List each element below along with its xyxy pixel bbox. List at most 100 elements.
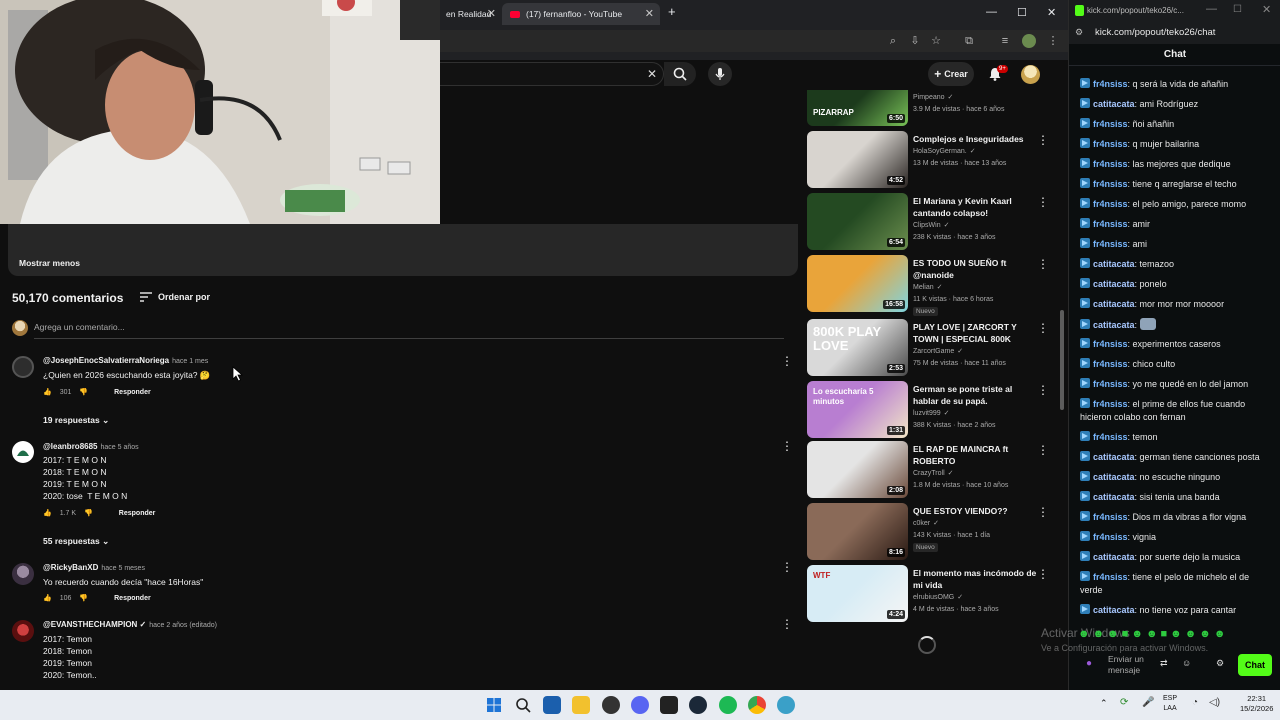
video-menu-icon[interactable]: ⋮ — [1037, 443, 1049, 457]
search-button[interactable] — [664, 62, 696, 86]
emoji-icon[interactable]: ☺ — [1182, 658, 1191, 668]
video-menu-icon[interactable]: ⋮ — [1037, 383, 1049, 397]
video-thumbnail[interactable]: 800K PLAY LOVE 2:53 — [807, 319, 908, 376]
chat-username[interactable]: fr4nsiss — [1093, 359, 1128, 369]
dislike-icon[interactable]: 👎 — [79, 594, 88, 602]
page-scrollbar[interactable] — [1060, 310, 1064, 410]
related-video[interactable]: 4:52 Complejos e Inseguridades HolaSoyGerm… — [807, 131, 1057, 189]
search-icon[interactable] — [514, 696, 532, 714]
chat-username[interactable]: fr4nsiss — [1093, 219, 1128, 229]
video-thumbnail[interactable]: WTF 4:24 — [807, 565, 908, 622]
video-thumbnail[interactable]: 2:08 — [807, 441, 908, 498]
maximize-icon[interactable]: ☐ — [1233, 4, 1242, 15]
microphone-icon[interactable]: 🎤 — [1142, 697, 1154, 708]
send-chat-button[interactable]: Chat — [1238, 654, 1272, 676]
like-icon[interactable]: 👍 — [43, 509, 52, 517]
dislike-icon[interactable]: 👎 — [79, 388, 88, 396]
chat-username[interactable]: fr4nsiss — [1093, 572, 1128, 582]
chat-username[interactable]: fr4nsiss — [1093, 239, 1128, 249]
tray-chevron-icon[interactable]: ⌃ — [1100, 698, 1108, 709]
channel-name[interactable]: c0ker ✓ — [913, 518, 1043, 530]
channel-name[interactable]: HolaSoyGerman. ✓ — [913, 146, 1043, 158]
replies-toggle[interactable]: 19 respuestas ⌄ — [43, 415, 109, 426]
channel-name[interactable]: ClipsWin ✓ — [913, 220, 1043, 232]
channel-name[interactable]: CrazyTroll ✓ — [913, 468, 1043, 480]
bookmark-star-icon[interactable]: ☆ — [929, 34, 943, 48]
file-explorer-icon[interactable] — [572, 696, 590, 714]
close-window-icon[interactable]: ✕ — [1262, 3, 1271, 16]
translate-icon[interactable]: ⇄ — [1160, 658, 1168, 669]
related-video[interactable]: WTF 4:24 El momento mas incómodo de mi vid… — [807, 565, 1057, 623]
video-menu-icon[interactable]: ⋮ — [1037, 567, 1049, 581]
video-title[interactable]: EL RAP DE MAINCRA ft ROBERTO — [913, 443, 1039, 467]
video-menu-icon[interactable]: ⋮ — [1037, 257, 1049, 271]
replies-toggle[interactable]: 55 respuestas ⌄ — [43, 536, 109, 547]
video-thumbnail[interactable]: 16:58 — [807, 255, 908, 312]
chrome-icon[interactable] — [748, 696, 766, 714]
media-icon[interactable]: ≡ — [998, 34, 1012, 48]
commenter-avatar[interactable] — [12, 620, 34, 642]
chat-username[interactable]: catitacata — [1093, 259, 1135, 269]
comment-menu-icon[interactable]: ⋮ — [781, 617, 793, 631]
windows-start-icon[interactable] — [485, 696, 503, 714]
microphone-icon[interactable]: ● — [1086, 658, 1092, 669]
clear-search-icon[interactable]: ✕ — [647, 67, 657, 81]
chat-username[interactable]: catitacata — [1093, 320, 1135, 330]
chat-username[interactable]: fr4nsiss — [1093, 339, 1128, 349]
channel-name[interactable]: luzvit999 ✓ — [913, 408, 1043, 420]
voice-search-button[interactable] — [708, 62, 732, 86]
reply-button[interactable]: Responder — [119, 510, 156, 517]
chat-username[interactable]: fr4nsiss — [1093, 159, 1128, 169]
close-icon[interactable]: ✕ — [487, 7, 496, 20]
minimize-icon[interactable]: — — [1206, 3, 1217, 15]
like-icon[interactable]: 👍 — [43, 388, 52, 396]
like-icon[interactable]: 👍 — [43, 594, 52, 602]
store-icon[interactable] — [543, 696, 561, 714]
chat-username[interactable]: catitacata — [1093, 279, 1135, 289]
channel-name[interactable]: Melian ✓ — [913, 282, 1043, 294]
site-settings-icon[interactable]: ⚙ — [1075, 27, 1083, 38]
related-video[interactable]: 2:08 EL RAP DE MAINCRA ft ROBERTO CrazyTro… — [807, 441, 1057, 499]
chat-username[interactable]: fr4nsiss — [1093, 199, 1128, 209]
video-title[interactable]: ES TODO UN SUEÑO ft @nanoide — [913, 257, 1039, 281]
show-less-button[interactable]: Mostrar menos — [19, 258, 80, 268]
comment-author[interactable]: @EVANSTHECHAMPION ✓ hace 2 años (editado) — [43, 620, 217, 629]
video-menu-icon[interactable]: ⋮ — [1037, 133, 1049, 147]
dislike-icon[interactable]: 👎 — [84, 509, 93, 517]
create-button[interactable]: + Crear — [928, 62, 974, 86]
profile-icon[interactable] — [1022, 34, 1036, 48]
close-window-icon[interactable]: ✕ — [1047, 6, 1056, 19]
commenter-avatar[interactable] — [12, 356, 34, 378]
steam-icon[interactable] — [689, 696, 707, 714]
comment-menu-icon[interactable]: ⋮ — [781, 354, 793, 368]
chat-username[interactable]: catitacata — [1093, 492, 1135, 502]
new-tab-icon[interactable]: + — [668, 4, 676, 19]
app-icon[interactable] — [602, 696, 620, 714]
chat-username[interactable]: fr4nsiss — [1093, 139, 1128, 149]
reply-button[interactable]: Responder — [114, 389, 151, 396]
commenter-avatar[interactable] — [12, 441, 34, 463]
language-indicator[interactable]: ESP LAA — [1163, 694, 1177, 714]
gear-icon[interactable]: ⚙ — [1216, 658, 1224, 669]
channel-name[interactable]: Pimpeano ✓ — [913, 92, 1043, 104]
chat-username[interactable]: catitacata — [1093, 552, 1135, 562]
chat-username[interactable]: catitacata — [1093, 299, 1135, 309]
related-video[interactable]: Lo escucharía 5 minutos 1:31 German se pon… — [807, 381, 1057, 439]
chat-username[interactable]: fr4nsiss — [1093, 532, 1128, 542]
chat-username[interactable]: fr4nsiss — [1093, 119, 1128, 129]
reply-button[interactable]: Responder — [114, 595, 151, 602]
app-icon[interactable] — [777, 696, 795, 714]
related-video[interactable]: 16:58 ES TODO UN SUEÑO ft @nanoide Melian ✓… — [807, 255, 1057, 316]
epic-games-icon[interactable] — [660, 696, 678, 714]
sort-comments-button[interactable]: Ordenar por — [140, 292, 210, 302]
chat-username[interactable]: catitacata — [1093, 452, 1135, 462]
comment-author[interactable]: @JosephEnocSalvatierraNoriega hace 1 mes — [43, 356, 208, 365]
comment-menu-icon[interactable]: ⋮ — [781, 560, 793, 574]
emote-row[interactable]: ☻☻☻■☻☻■☻☻☻☻ — [1078, 628, 1228, 640]
video-title[interactable]: PLAY LOVE | ZARCORT Y TOWN | ESPECIAL 80… — [913, 321, 1039, 345]
chat-username[interactable]: fr4nsiss — [1093, 399, 1128, 409]
kick-address-bar[interactable]: ⚙ kick.com/popout/teko26/chat — [1069, 22, 1280, 44]
volume-icon[interactable]: ◁) — [1209, 697, 1220, 708]
maximize-icon[interactable]: ☐ — [1017, 6, 1027, 19]
tab-previous[interactable]: en Realidad ✕ — [438, 3, 502, 25]
